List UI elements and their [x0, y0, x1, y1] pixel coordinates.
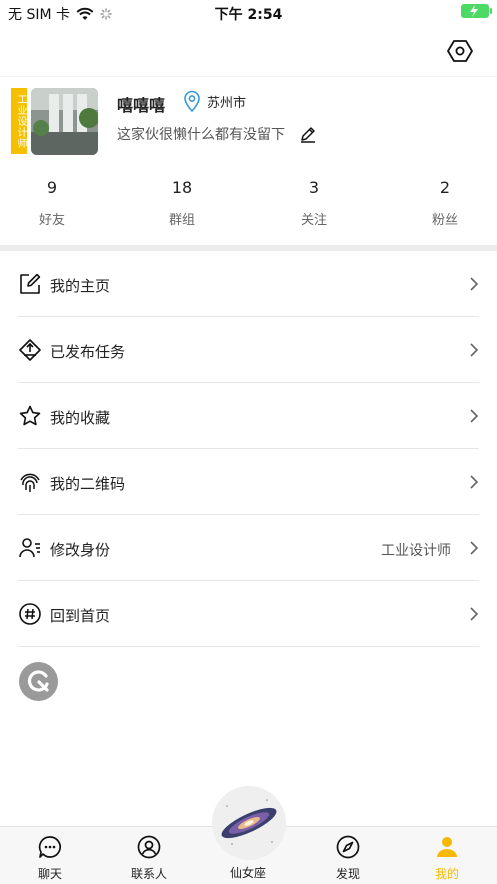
stat-value: 3	[308, 178, 320, 197]
status-bar: 无 SIM 卡 下午 2:54	[0, 0, 497, 26]
stat-value: 18	[171, 178, 193, 197]
menu-label: 我的主页	[50, 277, 111, 295]
compass-icon	[336, 835, 360, 859]
stats-row: 9 好友 18 群组 3 关注 2 粉丝	[0, 178, 497, 228]
menu-item-published-tasks[interactable]: 已发布任务	[0, 317, 497, 383]
profile-section: 工业设计师 嘻嘻嘻 苏州市 这家伙很懒什么都有没留下	[0, 86, 497, 160]
status-right	[461, 4, 492, 18]
chevron-right-icon	[470, 277, 479, 291]
tab-label: 联系人	[130, 867, 167, 881]
menu-label: 回到首页	[50, 607, 111, 625]
stat-label: 关注	[300, 213, 327, 228]
menu-label: 修改身份	[50, 541, 111, 559]
settings-button[interactable]	[447, 38, 473, 64]
stat-groups[interactable]: 18 群组	[142, 178, 222, 228]
location-pin-icon	[184, 90, 200, 112]
menu-label: 我的二维码	[50, 475, 126, 493]
tab-label: 仙女座	[229, 866, 266, 880]
stat-label: 粉丝	[431, 213, 458, 228]
menu-label: 已发布任务	[50, 343, 126, 361]
edit-square-icon	[20, 273, 41, 294]
floating-refresh-button[interactable]	[19, 662, 58, 701]
row-divider	[18, 646, 479, 647]
menu-item-change-identity[interactable]: 修改身份 工业设计师	[0, 515, 497, 581]
chevron-right-icon	[470, 343, 479, 357]
username: 嘻嘻嘻	[117, 96, 166, 115]
menu-item-back-home[interactable]: 回到首页	[0, 581, 497, 647]
stat-value: 2	[439, 178, 451, 197]
menu-item-homepage[interactable]: 我的主页	[0, 251, 497, 317]
refresh-icon	[27, 670, 49, 692]
header-divider	[0, 76, 497, 77]
tab-label: 我的	[434, 867, 459, 881]
stat-fans[interactable]: 2 粉丝	[405, 178, 485, 228]
status-time: 下午 2:54	[214, 7, 283, 23]
avatar[interactable]	[31, 88, 98, 155]
chevron-right-icon	[470, 607, 479, 621]
menu-label: 我的收藏	[50, 409, 111, 427]
location-text: 苏州市	[207, 95, 247, 111]
stat-label: 好友	[38, 213, 65, 228]
avatar-photo	[31, 88, 98, 155]
tab-contacts[interactable]: 联系人	[109, 827, 189, 884]
tab-chat[interactable]: 聊天	[10, 827, 90, 884]
role-badge: 工业设计师	[11, 88, 27, 154]
contacts-icon	[137, 835, 161, 859]
chevron-right-icon	[470, 475, 479, 489]
menu-list: 我的主页 已发布任务 我的收藏 我的二维码 修改身份 工业设计师 回到首页	[0, 251, 497, 647]
chevron-right-icon	[470, 541, 479, 555]
bio-text: 这家伙很懒什么都有没留下	[117, 127, 285, 143]
tab-andromeda[interactable]	[212, 786, 286, 860]
settings-hexagon-icon	[447, 40, 473, 62]
battery-icon	[461, 4, 492, 18]
stat-label: 群组	[168, 213, 195, 228]
hashtag-icon	[19, 603, 41, 625]
edit-pencil-icon[interactable]	[299, 125, 317, 143]
bio: 这家伙很懒什么都有没留下	[117, 124, 317, 144]
location: 苏州市	[183, 90, 246, 112]
stat-value: 9	[46, 178, 58, 197]
tab-discover[interactable]: 发现	[308, 827, 388, 884]
menu-item-qrcode[interactable]: 我的二维码	[0, 449, 497, 515]
galaxy-icon	[212, 786, 286, 860]
fingerprint-icon	[20, 473, 40, 492]
tab-label: 聊天	[37, 867, 62, 881]
tab-label: 发现	[335, 867, 360, 881]
chevron-right-icon	[470, 409, 479, 423]
user-icon	[437, 837, 457, 857]
chat-icon	[38, 836, 61, 858]
tab-mine[interactable]: 我的	[407, 827, 487, 884]
stat-friends[interactable]: 9 好友	[12, 178, 92, 228]
stat-following[interactable]: 3 关注	[274, 178, 354, 228]
menu-item-favorites[interactable]: 我的收藏	[0, 383, 497, 449]
identity-icon	[19, 538, 40, 558]
star-icon	[19, 405, 41, 426]
task-icon	[19, 339, 41, 361]
menu-value: 工业设计师	[381, 543, 451, 559]
